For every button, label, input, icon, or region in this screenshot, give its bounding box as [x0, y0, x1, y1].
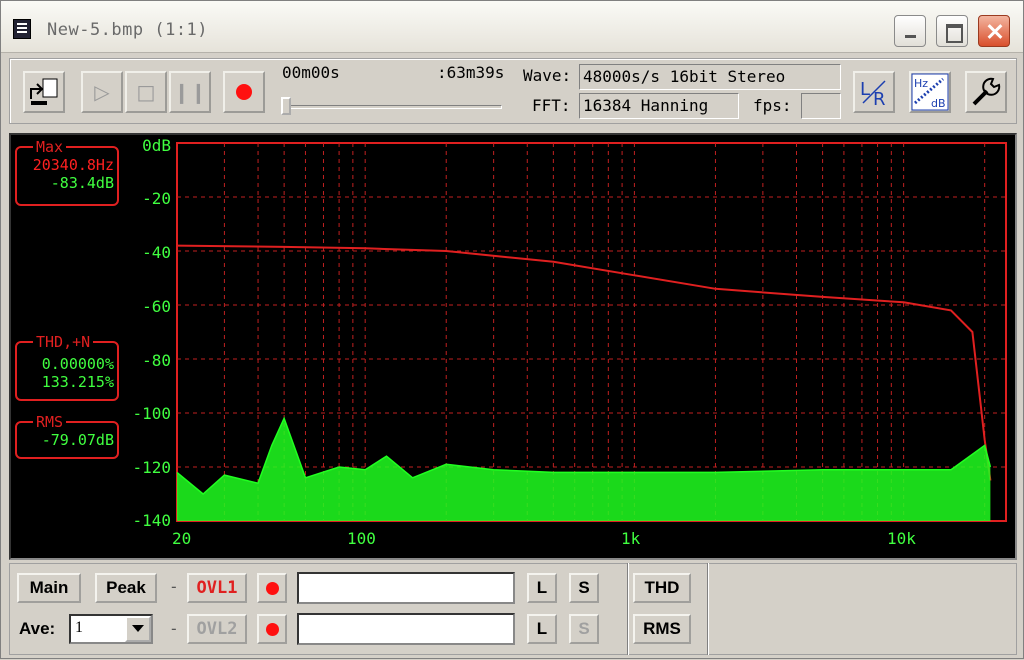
max-level: -83.4dB — [50, 174, 114, 192]
y-tick-label: 0dB — [142, 136, 171, 155]
dash-separator: - — [169, 619, 179, 638]
thd-button[interactable]: THD — [633, 573, 691, 603]
rms-title: RMS — [33, 413, 67, 431]
ave-select-value: 1 — [75, 619, 83, 636]
ave-label: Ave: — [19, 619, 56, 638]
ch1-record-button[interactable] — [257, 573, 287, 603]
y-tick-label: -140 — [132, 511, 171, 530]
ovl2-button[interactable]: OVL2 — [187, 614, 247, 644]
ch2-record-button[interactable] — [257, 614, 287, 644]
max-frequency: 20340.8Hz — [32, 156, 114, 174]
y-tick-label: -120 — [132, 458, 171, 477]
ch2-l-button[interactable]: L — [527, 614, 557, 644]
dash-separator: - — [169, 577, 179, 596]
spectrum-series — [176, 244, 992, 521]
max-readout: Max 20340.8Hz -83.4dB — [15, 138, 119, 206]
y-tick-label: -40 — [142, 243, 171, 262]
spectrum-chart — [176, 142, 1007, 522]
y-tick-label: -80 — [142, 351, 171, 370]
ch1-l-button[interactable]: L — [527, 573, 557, 603]
thd-title: THD,+N — [33, 333, 94, 351]
x-tick-label: 20 — [172, 529, 192, 548]
ch2-level-field — [297, 613, 515, 645]
y-tick-label: -100 — [132, 404, 171, 423]
ave-select-arrow[interactable] — [125, 616, 151, 642]
ave-select[interactable]: 1 — [69, 614, 153, 644]
thdn-value: 133.215% — [41, 373, 114, 391]
ch2-s-button[interactable]: S — [569, 614, 599, 644]
max-title: Max — [33, 138, 67, 156]
thd-readout: THD,+N 0.00000% 133.215% — [15, 333, 119, 401]
ch1-level-field — [297, 572, 515, 604]
y-tick-label: -60 — [142, 297, 171, 316]
peak-button[interactable]: Peak — [95, 573, 157, 603]
chevron-down-icon — [132, 625, 144, 632]
y-tick-label: -20 — [142, 189, 171, 208]
x-tick-label: 1k — [621, 529, 641, 548]
panel-divider — [627, 563, 629, 655]
panel-divider — [707, 563, 709, 655]
rms-button[interactable]: RMS — [633, 614, 691, 644]
ovl1-button[interactable]: OVL1 — [187, 573, 247, 603]
ch1-s-button[interactable]: S — [569, 573, 599, 603]
app-window: New-5.bmp (1:1) ▷ □ ❙❙ 00m00s :63m39s Wa… — [0, 0, 1024, 659]
x-tick-label: 10k — [887, 529, 916, 548]
rms-readout: RMS -79.07dB — [15, 413, 119, 459]
main-button[interactable]: Main — [17, 573, 81, 603]
x-tick-label: 100 — [347, 529, 376, 548]
rms-value: -79.07dB — [41, 431, 114, 449]
thd-value: 0.00000% — [41, 355, 114, 373]
